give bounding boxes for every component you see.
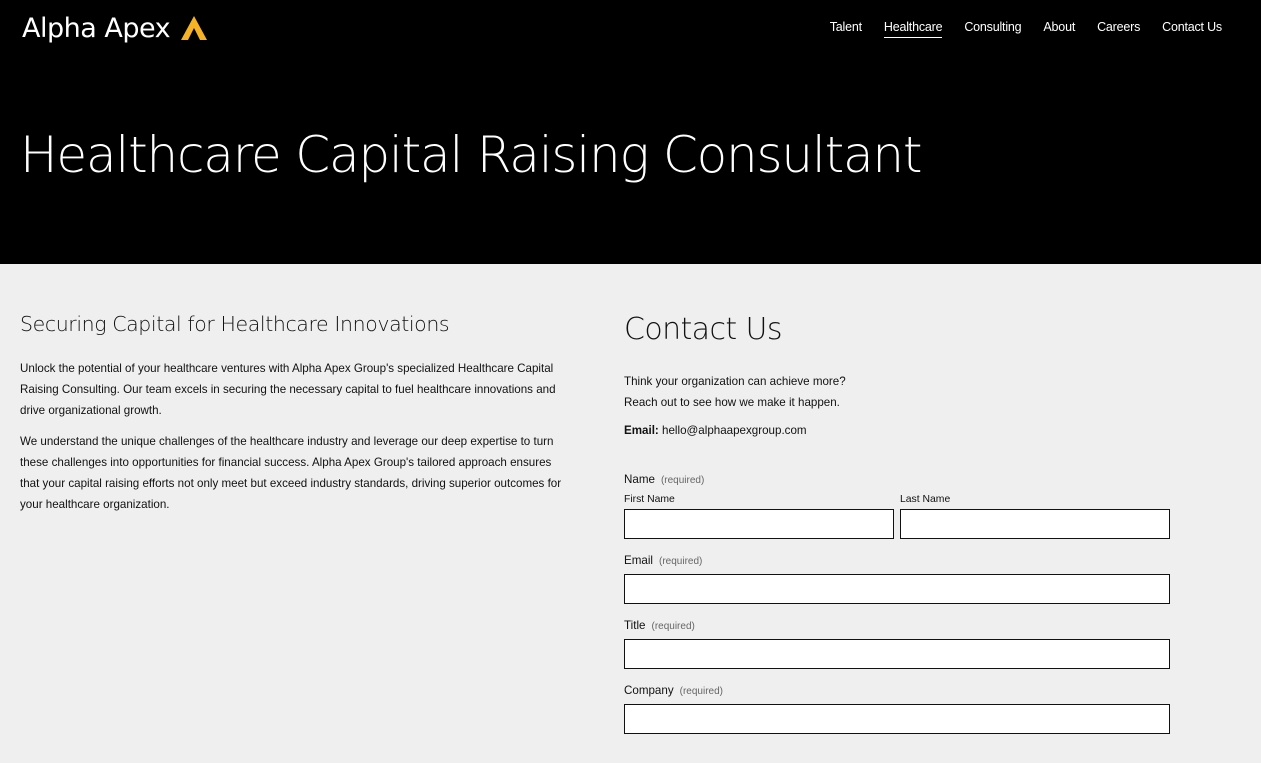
email-field-label-text: Email xyxy=(624,554,653,567)
email-field-group: Email (required) xyxy=(624,554,1170,604)
name-label: Name xyxy=(624,473,655,486)
company-field-group: Company (required) xyxy=(624,684,1170,734)
intro-heading: Securing Capital for Healthcare Innovati… xyxy=(20,312,450,336)
title-input[interactable] xyxy=(624,639,1170,669)
email-field-label: Email (required) xyxy=(624,554,1170,567)
company-field-label-text: Company xyxy=(624,684,674,697)
email-input[interactable] xyxy=(624,574,1170,604)
name-row: First Name Last Name xyxy=(624,494,1170,539)
page-title: Healthcare Capital Raising Consultant xyxy=(20,126,923,184)
contact-form: Name (required) First Name Last Name Ema… xyxy=(624,473,1170,734)
name-required-hint: (required) xyxy=(660,475,705,486)
nav-item-healthcare[interactable]: Healthcare xyxy=(883,20,943,38)
nav-item-about[interactable]: About xyxy=(1043,20,1075,38)
email-required-hint: (required) xyxy=(659,556,703,567)
email-label: Email: xyxy=(624,424,659,437)
brand-logo[interactable]: Alpha Apex xyxy=(22,10,208,46)
hero-banner: Alpha Apex Talent Healthcare Consulting … xyxy=(0,0,1261,264)
nav-item-contact-us[interactable]: Contact Us xyxy=(1162,20,1222,38)
company-input[interactable] xyxy=(624,704,1170,734)
apex-logo-icon xyxy=(181,16,208,40)
brand-name: Alpha Apex xyxy=(22,12,171,44)
first-name-label: First Name xyxy=(624,494,675,505)
contact-section: Contact Us Think your organization can a… xyxy=(624,312,1170,734)
intro-section: Securing Capital for Healthcare Innovati… xyxy=(20,312,570,525)
title-field-label: Title (required) xyxy=(624,619,1170,632)
first-name-input[interactable] xyxy=(624,509,894,539)
contact-email: Email: hello@alphaapexgroup.com xyxy=(624,424,1170,437)
intro-paragraph-2: We understand the unique challenges of t… xyxy=(20,435,562,511)
nav-item-careers[interactable]: Careers xyxy=(1097,20,1140,38)
company-required-hint: (required) xyxy=(679,686,723,697)
company-field-label: Company (required) xyxy=(624,684,1170,697)
first-name-group: First Name xyxy=(624,494,894,539)
contact-tagline-2: Reach out to see how we make it happen. xyxy=(624,396,840,409)
nav-item-consulting[interactable]: Consulting xyxy=(964,20,1021,38)
last-name-input[interactable] xyxy=(900,509,1170,539)
main-nav: Talent Healthcare Consulting About Caree… xyxy=(830,20,1222,38)
nav-item-talent[interactable]: Talent xyxy=(830,20,862,38)
last-name-label: Last Name xyxy=(900,494,951,505)
contact-heading: Contact Us xyxy=(624,312,782,347)
contact-tagline-1: Think your organization can achieve more… xyxy=(624,375,846,388)
title-required-hint: (required) xyxy=(651,621,695,632)
email-address-link[interactable]: hello@alphaapexgroup.com xyxy=(662,424,807,437)
title-field-group: Title (required) xyxy=(624,619,1170,669)
name-field-label: Name (required) xyxy=(624,473,1170,486)
intro-paragraph-1: Unlock the potential of your healthcare … xyxy=(20,362,556,417)
last-name-group: Last Name xyxy=(900,494,1170,539)
title-field-label-text: Title xyxy=(624,619,646,632)
